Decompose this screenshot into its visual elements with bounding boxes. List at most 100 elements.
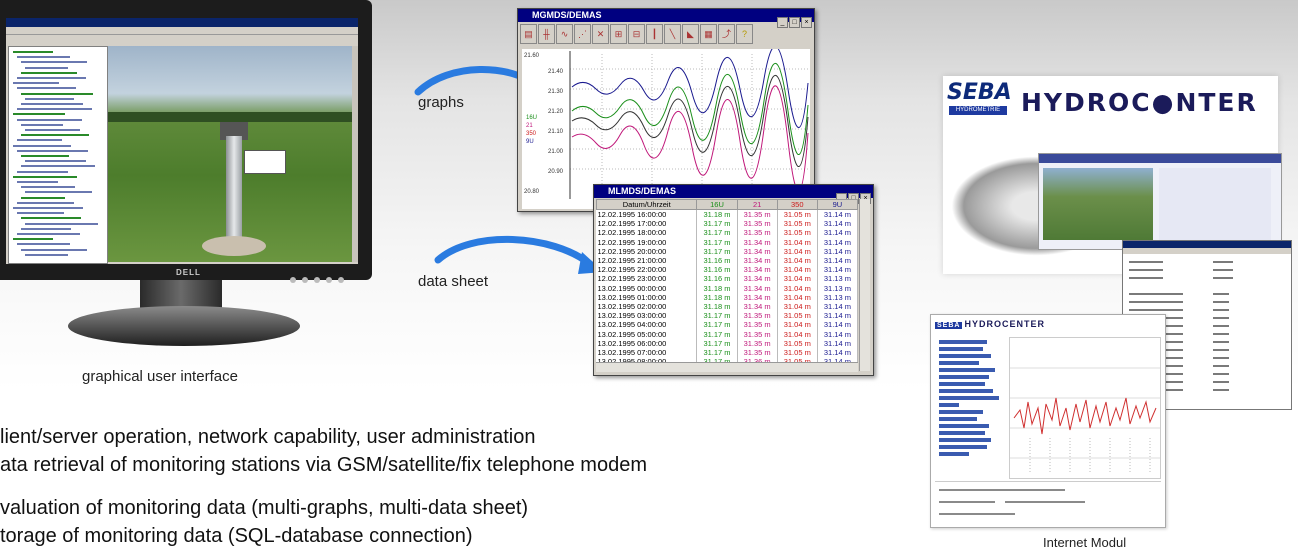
- table-row[interactable]: 12.02.1995 19:00:00 31.17 m 31.34 m 31.04 m…: [596, 237, 859, 247]
- tree-item[interactable]: [13, 175, 77, 178]
- cell-datetime: 13.02.1995 05:00:00: [596, 329, 698, 339]
- tree-item[interactable]: [21, 227, 71, 230]
- cell-value: 31.14 m: [817, 255, 859, 266]
- tree-item[interactable]: [17, 56, 70, 59]
- tree-item[interactable]: [17, 170, 68, 173]
- tree-item[interactable]: [13, 207, 83, 209]
- cell-value: 31.14 m: [817, 301, 859, 312]
- col-datetime[interactable]: Datum/Uhrzeit: [595, 199, 698, 210]
- cell-datetime: 12.02.1995 16:00:00: [596, 209, 698, 220]
- tree-item[interactable]: [13, 82, 59, 85]
- cell-value: 31.04 m: [777, 329, 818, 339]
- site-photo: [1043, 168, 1153, 240]
- tree-item[interactable]: [13, 144, 71, 147]
- data-table: Datum/Uhrzeit 16U 21 350 9U 12.02.1995 1…: [595, 199, 859, 367]
- cell-value: 31.34 m: [737, 301, 778, 312]
- tree-item[interactable]: [25, 222, 98, 225]
- monitor: DELL: [0, 0, 372, 283]
- cell-value: 31.04 m: [777, 246, 818, 256]
- chart-icon[interactable]: ⤴: [718, 24, 735, 44]
- list-title-bar: [1123, 241, 1291, 248]
- im-navigation[interactable]: [933, 337, 1003, 477]
- table-row[interactable]: 13.02.1995 01:00:00 31.18 m 31.34 m 31.04 m…: [596, 292, 859, 302]
- col-9u[interactable]: 9U: [816, 199, 859, 210]
- help-icon[interactable]: ?: [736, 24, 753, 44]
- cell-value: 31.14 m: [817, 209, 859, 220]
- cell-value: 31.04 m: [777, 265, 818, 275]
- graph-tool-icon[interactable]: ⋰: [574, 24, 591, 44]
- table-row[interactable]: 12.02.1995 20:00:00 31.17 m 31.34 m 31.04 m…: [596, 246, 859, 256]
- table-row[interactable]: 12.02.1995 22:00:00 31.16 m 31.34 m 31.04 m…: [596, 265, 859, 275]
- cell-value: 31.35 m: [737, 219, 778, 229]
- graph-tool-icon[interactable]: ∿: [556, 24, 573, 44]
- tree-item[interactable]: [13, 51, 53, 53]
- table-row[interactable]: 12.02.1995 16:00:00 31.18 m 31.35 m 31.05 m…: [596, 209, 859, 220]
- tree-item[interactable]: [21, 123, 63, 126]
- table-row[interactable]: 13.02.1995 03:00:00 31.17 m 31.35 m 31.05 m…: [596, 311, 859, 321]
- tree-item[interactable]: [17, 201, 74, 204]
- tree-item[interactable]: [21, 61, 87, 64]
- cell-value: 31.17 m: [696, 347, 738, 357]
- graph-tool-icon[interactable]: ✕: [592, 24, 609, 44]
- tree-item[interactable]: [25, 66, 68, 69]
- table-row[interactable]: 12.02.1995 17:00:00 31.17 m 31.35 m 31.05 m…: [596, 219, 859, 229]
- table-row[interactable]: 13.02.1995 06:00:00 31.17 m 31.35 m 31.05 m…: [596, 338, 859, 348]
- tree-item[interactable]: [17, 77, 86, 79]
- tree-item[interactable]: [21, 134, 89, 137]
- table-row[interactable]: 12.02.1995 18:00:00 31.17 m 31.35 m 31.05 m…: [596, 228, 859, 238]
- graph-tool-icon[interactable]: ⊟: [628, 24, 645, 44]
- tree-item[interactable]: [21, 248, 87, 251]
- print-icon[interactable]: ▤: [520, 24, 537, 44]
- tree-item[interactable]: [21, 186, 75, 189]
- col-350[interactable]: 350: [776, 199, 818, 210]
- vertical-scrollbar[interactable]: [859, 199, 870, 371]
- tree-item[interactable]: [17, 149, 88, 152]
- graph-tool-icon[interactable]: ╫: [538, 24, 555, 44]
- tree-item[interactable]: [25, 191, 92, 194]
- tree-item[interactable]: [17, 87, 76, 90]
- tree-item[interactable]: [21, 92, 93, 95]
- table-row[interactable]: 12.02.1995 23:00:00 31.16 m 31.34 m 31.04 m…: [596, 274, 859, 284]
- tree-item[interactable]: [17, 212, 64, 215]
- table-row[interactable]: 13.02.1995 04:00:00 31.17 m 31.35 m 31.04 m…: [596, 320, 859, 330]
- horizontal-scrollbar[interactable]: [596, 362, 858, 372]
- graph-tool-icon[interactable]: ⊞: [610, 24, 627, 44]
- table-row[interactable]: 13.02.1995 02:00:00 31.18 m 31.34 m 31.04 m…: [596, 301, 859, 312]
- col-16u[interactable]: 16U: [696, 199, 738, 210]
- tree-item[interactable]: [17, 108, 92, 111]
- tree-item[interactable]: [17, 181, 58, 183]
- tree-item[interactable]: [13, 238, 53, 241]
- cell-value: 31.14 m: [817, 338, 859, 348]
- table-row[interactable]: 13.02.1995 05:00:00 31.17 m 31.35 m 31.04 m…: [596, 329, 859, 339]
- cell-value: 31.13 m: [817, 274, 859, 284]
- tree-item[interactable]: [17, 118, 82, 121]
- graph-tool-icon[interactable]: ╲: [664, 24, 681, 44]
- tree-item[interactable]: [21, 71, 77, 74]
- graph-tool-icon[interactable]: ┃: [646, 24, 663, 44]
- table-row[interactable]: 13.02.1995 07:00:00 31.17 m 31.35 m 31.05 m…: [596, 347, 859, 357]
- table-row[interactable]: 12.02.1995 21:00:00 31.16 m 31.34 m 31.04 m…: [596, 255, 859, 266]
- legend-16u: 16U: [526, 115, 537, 121]
- tree-item[interactable]: [25, 160, 86, 163]
- col-21[interactable]: 21: [736, 199, 778, 210]
- tree-item[interactable]: [21, 103, 83, 105]
- tree-item[interactable]: [17, 233, 80, 235]
- grid-icon[interactable]: ▦: [700, 24, 717, 44]
- table-row[interactable]: 13.02.1995 00:00:00 31.18 m 31.34 m 31.04 m…: [596, 283, 859, 293]
- tree-item[interactable]: [25, 129, 80, 131]
- im-chart-svg: [1010, 367, 1160, 474]
- tree-item[interactable]: [21, 217, 81, 220]
- tree-item[interactable]: [21, 155, 69, 157]
- cell-value: 31.17 m: [696, 329, 738, 339]
- tree-item[interactable]: [25, 253, 68, 256]
- tree-item[interactable]: [17, 243, 70, 246]
- tree-item[interactable]: [21, 165, 95, 168]
- cell-value: 31.17 m: [696, 219, 738, 229]
- data-window-title: MLMDS/DEMAS: [594, 185, 873, 198]
- tree-item[interactable]: [25, 97, 74, 100]
- tree-item[interactable]: [13, 113, 65, 116]
- tree-item[interactable]: [21, 196, 65, 199]
- cell-value: 31.35 m: [737, 228, 778, 238]
- tree-item[interactable]: [17, 139, 62, 142]
- graph-tool-icon[interactable]: ◣: [682, 24, 699, 44]
